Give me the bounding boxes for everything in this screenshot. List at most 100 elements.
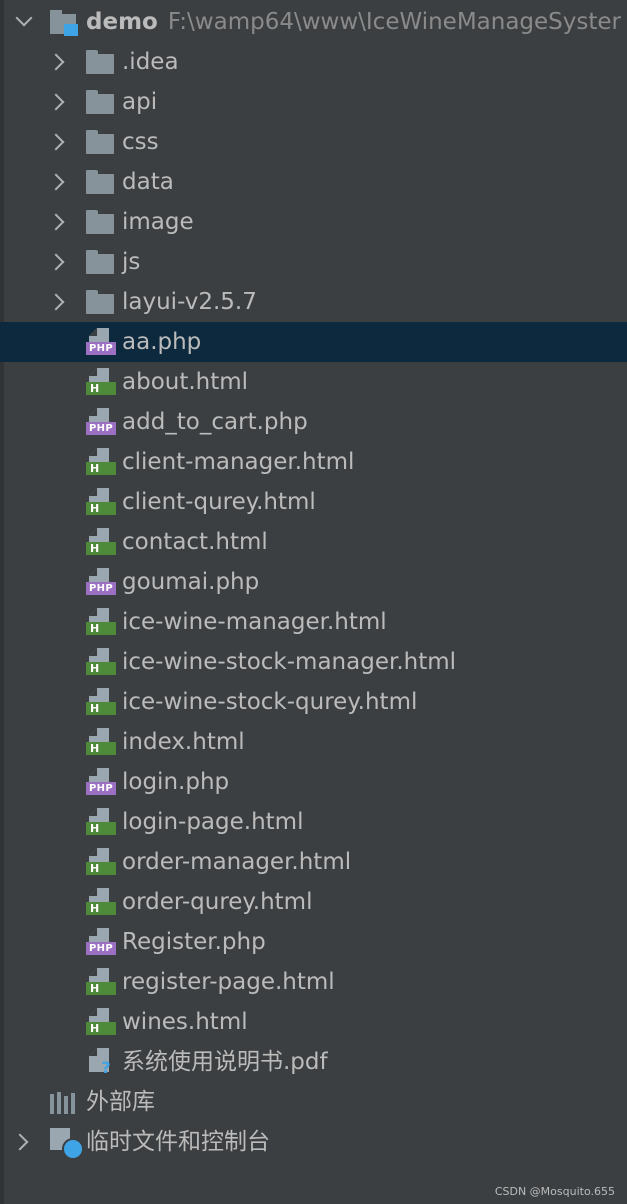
file-label: order-manager.html — [122, 849, 352, 875]
chevron-right-icon[interactable] — [47, 133, 65, 151]
html-file-icon: H — [86, 368, 116, 396]
scratch-console-icon — [50, 1128, 84, 1160]
file-row-goumai-php[interactable]: PHP goumai.php — [0, 562, 627, 602]
scratches-label: 临时文件和控制台 — [86, 1129, 270, 1155]
folder-icon — [86, 50, 116, 76]
file-row-register-php[interactable]: PHP Register.php — [0, 922, 627, 962]
file-row-login-page-html[interactable]: H login-page.html — [0, 802, 627, 842]
tree-root-demo[interactable]: demo F:\wamp64\www\IceWineManageSyster — [0, 2, 627, 42]
folder-icon — [86, 170, 116, 196]
file-label: register-page.html — [122, 969, 335, 995]
html-file-icon: H — [86, 728, 116, 756]
file-label: index.html — [122, 729, 245, 755]
html-file-icon: H — [86, 1008, 116, 1036]
file-row-ice-wine-stock-manager-html[interactable]: H ice-wine-stock-manager.html — [0, 642, 627, 682]
watermark: CSDN @Mosquito.655 — [494, 1185, 615, 1198]
file-row-ice-wine-stock-qurey-html[interactable]: H ice-wine-stock-qurey.html — [0, 682, 627, 722]
html-file-icon: H — [86, 688, 116, 716]
html-file-icon: H — [86, 488, 116, 516]
folder-label: css — [122, 129, 159, 155]
file-row-login-php[interactable]: PHP login.php — [0, 762, 627, 802]
file-label: aa.php — [122, 329, 202, 355]
html-file-icon: H — [86, 608, 116, 636]
chevron-down-icon[interactable] — [15, 9, 33, 27]
html-file-icon: H — [86, 808, 116, 836]
file-label: order-qurey.html — [122, 889, 313, 915]
file-row-register-page-html[interactable]: H register-page.html — [0, 962, 627, 1002]
html-file-icon: H — [86, 888, 116, 916]
module-folder-icon — [50, 10, 80, 36]
file-label: about.html — [122, 369, 249, 395]
chevron-right-icon[interactable] — [47, 173, 65, 191]
folder-label: layui-v2.5.7 — [122, 289, 257, 315]
scratches-row[interactable]: 临时文件和控制台 — [0, 1122, 627, 1162]
root-label: demo F:\wamp64\www\IceWineManageSyster — [86, 2, 621, 42]
html-file-icon: H — [86, 968, 116, 996]
php-file-icon: PHP — [86, 328, 116, 356]
folder-row-data[interactable]: data — [0, 162, 627, 202]
file-label: login.php — [122, 769, 230, 795]
file-label: ice-wine-manager.html — [122, 609, 387, 635]
folder-icon — [86, 290, 116, 316]
file-row-index-html[interactable]: H index.html — [0, 722, 627, 762]
folder-row-css[interactable]: css — [0, 122, 627, 162]
php-file-icon: PHP — [86, 408, 116, 436]
folder-icon — [86, 210, 116, 236]
file-label: contact.html — [122, 529, 268, 555]
file-label: Register.php — [122, 929, 266, 955]
file-row-about-html[interactable]: H about.html — [0, 362, 627, 402]
chevron-right-icon[interactable] — [47, 213, 65, 231]
folder-icon — [86, 130, 116, 156]
folder-row-layui[interactable]: layui-v2.5.7 — [0, 282, 627, 322]
html-file-icon: H — [86, 528, 116, 556]
chevron-right-icon[interactable] — [47, 93, 65, 111]
file-row-manual-pdf[interactable]: ? 系统使用说明书.pdf — [0, 1042, 627, 1082]
folder-label: .idea — [122, 49, 179, 75]
external-libraries-label: 外部库 — [86, 1089, 155, 1115]
html-file-icon: H — [86, 848, 116, 876]
root-name: demo — [86, 9, 158, 35]
chevron-right-icon[interactable] — [47, 253, 65, 271]
file-row-client-manager-html[interactable]: H client-manager.html — [0, 442, 627, 482]
chevron-right-icon[interactable] — [47, 293, 65, 311]
php-file-icon: PHP — [86, 768, 116, 796]
folder-icon — [86, 90, 116, 116]
php-file-icon: PHP — [86, 928, 116, 956]
folder-label: image — [122, 209, 194, 235]
project-tree[interactable]: demo F:\wamp64\www\IceWineManageSyster .i… — [0, 2, 627, 1162]
file-row-add-to-cart-php[interactable]: PHP add_to_cart.php — [0, 402, 627, 442]
folder-label: api — [122, 89, 158, 115]
file-row-contact-html[interactable]: H contact.html — [0, 522, 627, 562]
file-row-aa-php[interactable]: PHP aa.php — [0, 322, 627, 362]
chevron-right-icon[interactable] — [11, 1133, 29, 1151]
file-label: login-page.html — [122, 809, 304, 835]
folder-icon — [86, 250, 116, 276]
folder-row-api[interactable]: api — [0, 82, 627, 122]
file-row-wines-html[interactable]: H wines.html — [0, 1002, 627, 1042]
external-libraries-row[interactable]: 外部库 — [0, 1082, 627, 1122]
chevron-right-icon[interactable] — [47, 53, 65, 71]
folder-row-js[interactable]: js — [0, 242, 627, 282]
root-path: F:\wamp64\www\IceWineManageSyster — [167, 9, 622, 35]
unknown-file-icon: ? — [86, 1048, 116, 1076]
file-label: wines.html — [122, 1009, 248, 1035]
file-row-client-qurey-html[interactable]: H client-qurey.html — [0, 482, 627, 522]
folder-row-idea[interactable]: .idea — [0, 42, 627, 82]
folder-label: data — [122, 169, 174, 195]
file-label: client-qurey.html — [122, 489, 316, 515]
folder-row-image[interactable]: image — [0, 202, 627, 242]
file-label: add_to_cart.php — [122, 409, 308, 435]
html-file-icon: H — [86, 648, 116, 676]
file-row-order-manager-html[interactable]: H order-manager.html — [0, 842, 627, 882]
file-label: goumai.php — [122, 569, 260, 595]
file-label: client-manager.html — [122, 449, 355, 475]
library-icon — [50, 1092, 80, 1114]
file-label: ice-wine-stock-qurey.html — [122, 689, 418, 715]
file-row-order-qurey-html[interactable]: H order-qurey.html — [0, 882, 627, 922]
file-row-ice-wine-manager-html[interactable]: H ice-wine-manager.html — [0, 602, 627, 642]
php-file-icon: PHP — [86, 568, 116, 596]
file-label: 系统使用说明书.pdf — [122, 1049, 328, 1075]
folder-label: js — [122, 249, 141, 275]
file-label: ice-wine-stock-manager.html — [122, 649, 457, 675]
html-file-icon: H — [86, 448, 116, 476]
